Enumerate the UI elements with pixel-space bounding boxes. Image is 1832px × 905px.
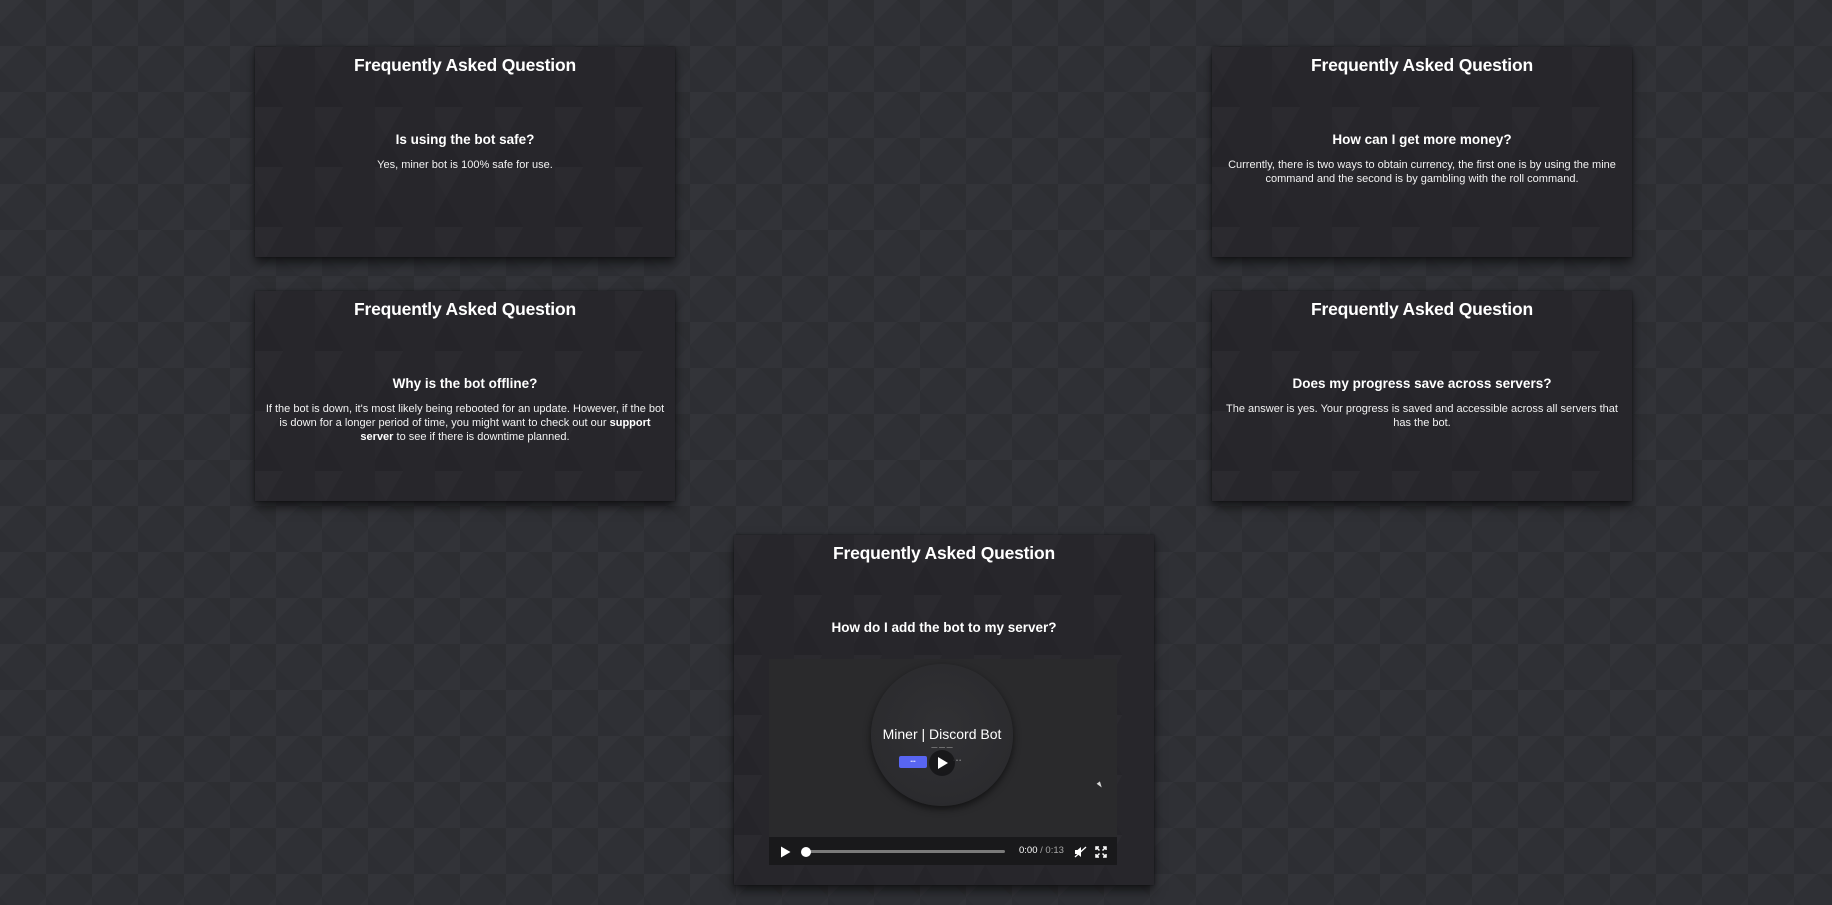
volume-muted-icon <box>1074 846 1087 858</box>
faq-question: How do I add the bot to my server? <box>831 620 1057 635</box>
faq-card-progress-save: Frequently Asked Question Does my progre… <box>1212 291 1632 501</box>
faq-question: Does my progress save across servers? <box>1292 376 1552 391</box>
faq-card-bot-offline: Frequently Asked Question Why is the bot… <box>255 291 675 501</box>
faq-card-more-money: Frequently Asked Question How can I get … <box>1212 47 1632 257</box>
video-play-button[interactable] <box>780 845 791 863</box>
faq-card-add-bot: Frequently Asked Question How do I add t… <box>734 535 1154 885</box>
video-fullscreen-button[interactable] <box>1095 845 1107 863</box>
video-time-separator: / <box>1040 845 1043 856</box>
faq-answer-text-after: to see if there is downtime planned. <box>396 431 570 444</box>
faq-answer: Currently, there is two ways to obtain c… <box>1228 159 1616 186</box>
faq-question: How can I get more money? <box>1332 132 1512 147</box>
video-seek-bar[interactable] <box>801 846 1005 857</box>
faq-card-title: Frequently Asked Question <box>354 299 576 319</box>
faq-answer: If the bot is down, it's most likely bei… <box>265 402 665 444</box>
video-duration: 0:13 <box>1045 845 1064 856</box>
video-controls-bar: 0:00 / 0:13 <box>769 837 1117 865</box>
video-invite-button-graphic: ••• <box>899 756 927 768</box>
faq-answer: Yes, miner bot is 100% safe for use. <box>377 159 553 172</box>
faq-card-title: Frequently Asked Question <box>354 55 576 75</box>
video-thumbnail: Miner | Discord Bot — — — ••• • • • <box>871 664 1013 806</box>
faq-card-title: Frequently Asked Question <box>1311 55 1533 75</box>
video-play-overlay-button[interactable] <box>929 750 955 776</box>
mouse-cursor-icon <box>1096 781 1104 789</box>
video-bot-name: Miner | Discord Bot <box>882 726 1002 742</box>
faq-card-title: Frequently Asked Question <box>1311 299 1533 319</box>
faq-question: Is using the bot safe? <box>395 132 535 147</box>
faq-answer-text-before: If the bot is down, it's most likely bei… <box>265 403 665 430</box>
video-mute-button[interactable] <box>1074 845 1087 863</box>
play-icon <box>938 757 948 769</box>
video-current-time: 0:00 <box>1019 845 1038 856</box>
tutorial-video-player[interactable]: Miner | Discord Bot — — — ••• • • • 0:00 <box>769 659 1117 865</box>
faq-question: Why is the bot offline? <box>392 376 538 391</box>
video-seek-thumb[interactable] <box>801 846 811 857</box>
play-icon <box>781 846 791 858</box>
fullscreen-icon <box>1095 846 1107 858</box>
faq-answer: The answer is yes. Your progress is save… <box>1226 403 1618 430</box>
faq-card-bot-safe: Frequently Asked Question Is using the b… <box>255 47 675 257</box>
faq-card-title: Frequently Asked Question <box>833 543 1055 563</box>
video-time-display: 0:00 / 0:13 <box>1019 845 1064 856</box>
